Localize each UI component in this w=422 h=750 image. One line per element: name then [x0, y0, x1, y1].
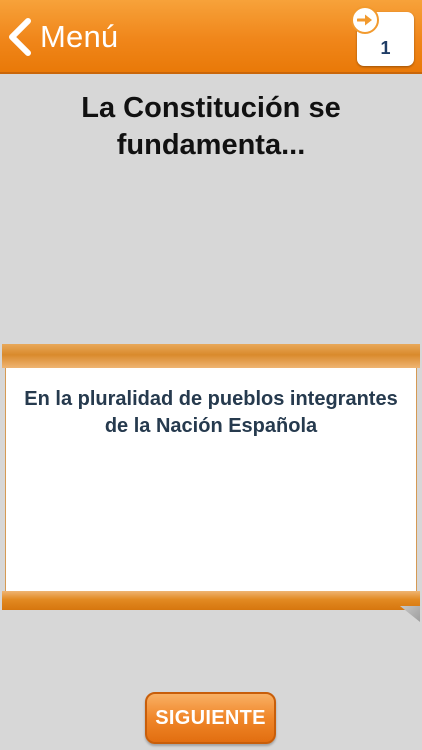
- answer-card[interactable]: En la pluralidad de pueblos integrantes …: [2, 344, 420, 622]
- back-button[interactable]: Menú: [6, 14, 118, 60]
- answer-text: En la pluralidad de pueblos integrantes …: [24, 388, 398, 437]
- next-button[interactable]: SIGUIENTE: [145, 692, 276, 744]
- question-counter[interactable]: 1: [351, 6, 414, 66]
- card-top-edge: [2, 344, 420, 368]
- screen: Menú 1 La Constitución se fundamenta... …: [0, 0, 422, 750]
- arrow-right-icon: [351, 6, 379, 34]
- counter-number: 1: [380, 38, 391, 58]
- top-bar: Menú 1: [0, 0, 422, 74]
- back-label: Menú: [40, 19, 119, 54]
- card-panel: En la pluralidad de pueblos integrantes …: [5, 368, 417, 592]
- chevron-left-icon: [9, 18, 31, 56]
- question-text: La Constitución se fundamenta...: [81, 92, 341, 161]
- card-bottom-edge: [2, 591, 420, 610]
